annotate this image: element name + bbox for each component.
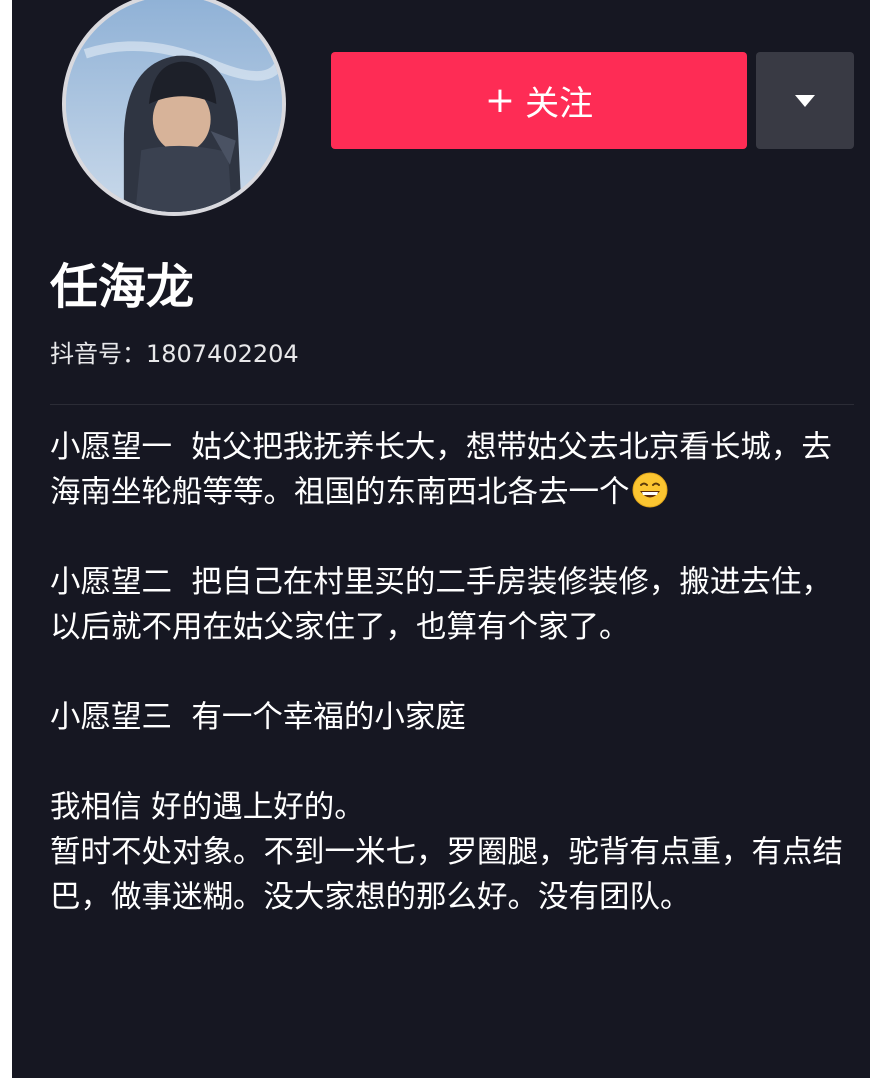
bio-wish-1-text: 小愿望一 姑父把我抚养长大，想带姑父去北京看长城，去海南坐轮船等等。祖国的东南西… [50, 430, 832, 510]
bio-spacer [50, 740, 860, 785]
douyin-id-value: 1807402204 [146, 340, 299, 368]
more-options-button[interactable] [756, 52, 854, 149]
bio-wish-2: 小愿望二 把自己在村里买的二手房装修装修，搬进去住，以后就不用在姑父家住了，也算… [50, 565, 832, 645]
divider [50, 404, 854, 405]
bio-wish-3: 小愿望三 有一个幸福的小家庭 [50, 700, 466, 735]
avatar-photo-icon [66, 0, 282, 212]
follow-label: 关注 [525, 84, 594, 124]
follow-button[interactable]: + 关注 [331, 52, 747, 149]
bio-line-4: 我相信 好的遇上好的。 [50, 790, 365, 825]
bio-line-5: 暂时不处对象。不到一米七，罗圈腿，驼背有点重，有点结巴，做事迷糊。没大家想的那么… [50, 835, 843, 915]
bio-spacer [50, 515, 860, 560]
triangle-down-icon [795, 94, 815, 107]
plus-icon: + [484, 79, 516, 121]
profile-screen: + 关注 任海龙 抖音号：1807402204 小愿望一 姑父把我抚养长大，想带… [12, 0, 870, 1078]
bio-spacer [50, 650, 860, 695]
avatar[interactable] [62, 0, 286, 216]
bio: 小愿望一 姑父把我抚养长大，想带姑父去北京看长城，去海南坐轮船等等。祖国的东南西… [50, 425, 860, 920]
douyin-id-label: 抖音号： [50, 340, 146, 368]
grinning-face-emoji-icon [632, 472, 667, 508]
bio-wish-1: 小愿望一 姑父把我抚养长大，想带姑父去北京看长城，去海南坐轮船等等。祖国的东南西… [50, 425, 860, 515]
profile-name: 任海龙 [50, 259, 195, 315]
douyin-id: 抖音号：1807402204 [50, 336, 299, 372]
